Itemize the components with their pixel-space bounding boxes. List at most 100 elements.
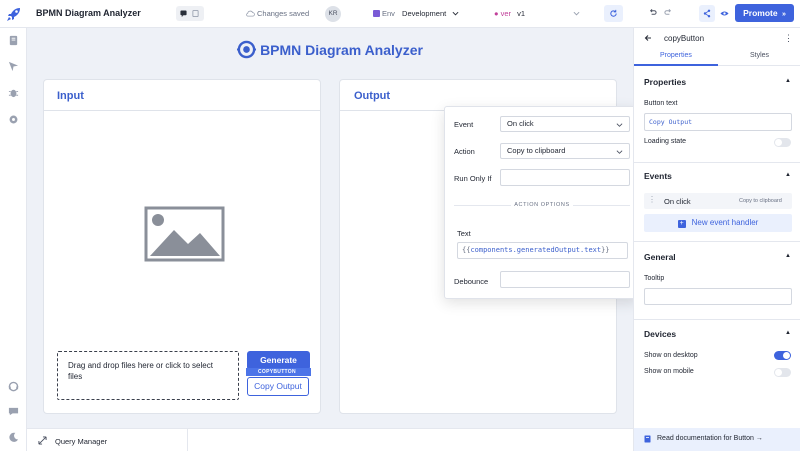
drag-handle-icon[interactable]: ⋮ xyxy=(648,195,656,204)
active-tab-indicator xyxy=(634,64,718,66)
run-only-if-input[interactable] xyxy=(500,169,630,186)
inspector-panel: copyButton ⋮ Properties Styles Propertie… xyxy=(633,28,800,451)
events-section-title[interactable]: Events xyxy=(644,171,672,181)
run-only-if-label: Run Only If xyxy=(454,174,492,183)
text-code-input[interactable]: {{components.generatedOutput.text}} xyxy=(457,242,628,259)
chevron-down-icon xyxy=(616,150,623,154)
documentation-link-text: Read documentation for Button → xyxy=(657,435,763,442)
promote-label: Promote xyxy=(743,8,778,18)
support-icon[interactable] xyxy=(8,381,19,392)
tooltip-input[interactable] xyxy=(644,288,792,305)
sync-button[interactable] xyxy=(604,5,623,22)
component-name[interactable]: copyButton xyxy=(664,34,704,43)
query-manager-toggle[interactable]: Query Manager xyxy=(55,437,107,446)
rocket-icon[interactable] xyxy=(6,6,22,22)
divider xyxy=(634,319,800,320)
event-row-action: Copy to clipboard xyxy=(739,198,782,204)
bpmn-logo-icon xyxy=(237,40,257,59)
env-tag: Env xyxy=(382,9,395,18)
kebab-menu-icon[interactable]: ⋮ xyxy=(784,33,793,44)
bottom-bar: Query Manager xyxy=(27,428,633,451)
event-handler-row[interactable]: ⋮ On click Copy to clipboard xyxy=(644,193,792,209)
chat-icon[interactable] xyxy=(8,406,19,417)
divider xyxy=(187,429,188,451)
caret-up-icon[interactable]: ▲ xyxy=(785,253,791,259)
image-placeholder-icon xyxy=(144,206,225,262)
avatar[interactable]: KR xyxy=(325,6,341,22)
inspector-tabs: Properties Styles xyxy=(634,48,800,66)
chevron-down-icon[interactable] xyxy=(573,10,580,17)
darkmode-icon[interactable] xyxy=(8,432,19,443)
pages-icon[interactable] xyxy=(8,35,19,46)
loading-state-toggle[interactable] xyxy=(774,138,791,147)
preview-button[interactable] xyxy=(717,5,732,22)
version-tag: ver xyxy=(500,9,512,18)
caret-up-icon[interactable]: ▲ xyxy=(785,78,791,84)
caret-up-icon[interactable]: ▲ xyxy=(785,172,791,178)
new-event-handler-label: New event handler xyxy=(691,218,759,227)
dropzone-text: Drag and drop files here or click to sel… xyxy=(68,361,213,381)
properties-section-title[interactable]: Properties xyxy=(644,77,686,87)
general-section-title[interactable]: General xyxy=(644,252,676,262)
show-mobile-label: Show on mobile xyxy=(644,368,694,375)
divider xyxy=(634,241,800,242)
environment-selector[interactable]: Env Development xyxy=(373,9,446,18)
file-dropzone[interactable]: Drag and drop files here or click to sel… xyxy=(57,351,239,400)
component-tag[interactable]: COPYBUTTON xyxy=(246,368,311,376)
tab-styles[interactable]: Styles xyxy=(750,52,769,59)
save-status: Changes saved xyxy=(246,9,309,18)
text-label: Text xyxy=(457,229,471,238)
input-card: Input Drag and drop files here or click … xyxy=(43,79,321,414)
left-sidebar xyxy=(0,28,27,451)
app-title[interactable]: BPMN Diagram Analyzer xyxy=(36,8,141,18)
redo-icon[interactable] xyxy=(664,8,673,17)
comments-toggle[interactable] xyxy=(176,6,204,21)
chevron-down-icon[interactable] xyxy=(452,10,459,17)
show-mobile-toggle[interactable] xyxy=(774,368,791,377)
inspector-icon[interactable] xyxy=(8,61,19,72)
loading-state-label: Loading state xyxy=(644,138,687,145)
toggle-knob xyxy=(775,369,782,376)
eye-icon xyxy=(720,11,729,16)
event-label: Event xyxy=(454,120,474,129)
button-text-input[interactable]: Copy Output xyxy=(644,113,792,131)
devices-section-title[interactable]: Devices xyxy=(644,329,676,339)
settings-icon[interactable] xyxy=(8,114,19,125)
share-button[interactable] xyxy=(699,5,715,22)
event-select[interactable]: On click xyxy=(500,116,630,132)
book-icon xyxy=(644,435,651,443)
toggle-knob xyxy=(783,352,790,359)
copy-output-button[interactable]: Copy Output xyxy=(247,377,309,396)
tab-properties[interactable]: Properties xyxy=(660,52,692,59)
card-divider xyxy=(44,110,320,111)
layout-icon xyxy=(192,10,199,17)
new-event-handler-button[interactable]: + New event handler xyxy=(644,214,792,232)
show-desktop-toggle[interactable] xyxy=(774,351,791,360)
tooltip-label: Tooltip xyxy=(644,275,665,282)
action-select-value: Copy to clipboard xyxy=(507,146,566,155)
expand-icon[interactable] xyxy=(38,436,47,445)
event-handler-popover: Event On click Action Copy to clipboard … xyxy=(444,106,638,299)
documentation-link[interactable]: Read documentation for Button → xyxy=(634,428,800,451)
input-card-title: Input xyxy=(57,90,84,102)
debounce-input[interactable] xyxy=(500,271,630,288)
version-selector[interactable]: ● ver v1 xyxy=(494,9,525,18)
env-icon xyxy=(373,10,380,17)
chevron-down-icon xyxy=(616,123,623,127)
divider xyxy=(634,162,800,163)
page-title: BPMN Diagram Analyzer xyxy=(260,42,423,58)
plus-icon: + xyxy=(677,220,686,228)
top-bar: BPMN Diagram Analyzer Changes saved KR E… xyxy=(0,0,800,28)
version-icon: ● xyxy=(494,9,499,18)
undo-icon[interactable] xyxy=(648,8,657,17)
debounce-label: Debounce xyxy=(454,277,489,286)
output-card-title: Output xyxy=(354,90,391,102)
action-label: Action xyxy=(454,147,475,156)
debugger-icon[interactable] xyxy=(8,87,19,98)
action-select[interactable]: Copy to clipboard xyxy=(500,143,630,159)
caret-up-icon[interactable]: ▲ xyxy=(785,330,791,336)
text-code-value: components.generatedOutput.text xyxy=(470,246,602,254)
promote-button[interactable]: Promote » xyxy=(735,4,794,22)
back-arrow-icon[interactable] xyxy=(644,34,652,42)
toggle-knob xyxy=(775,139,782,146)
